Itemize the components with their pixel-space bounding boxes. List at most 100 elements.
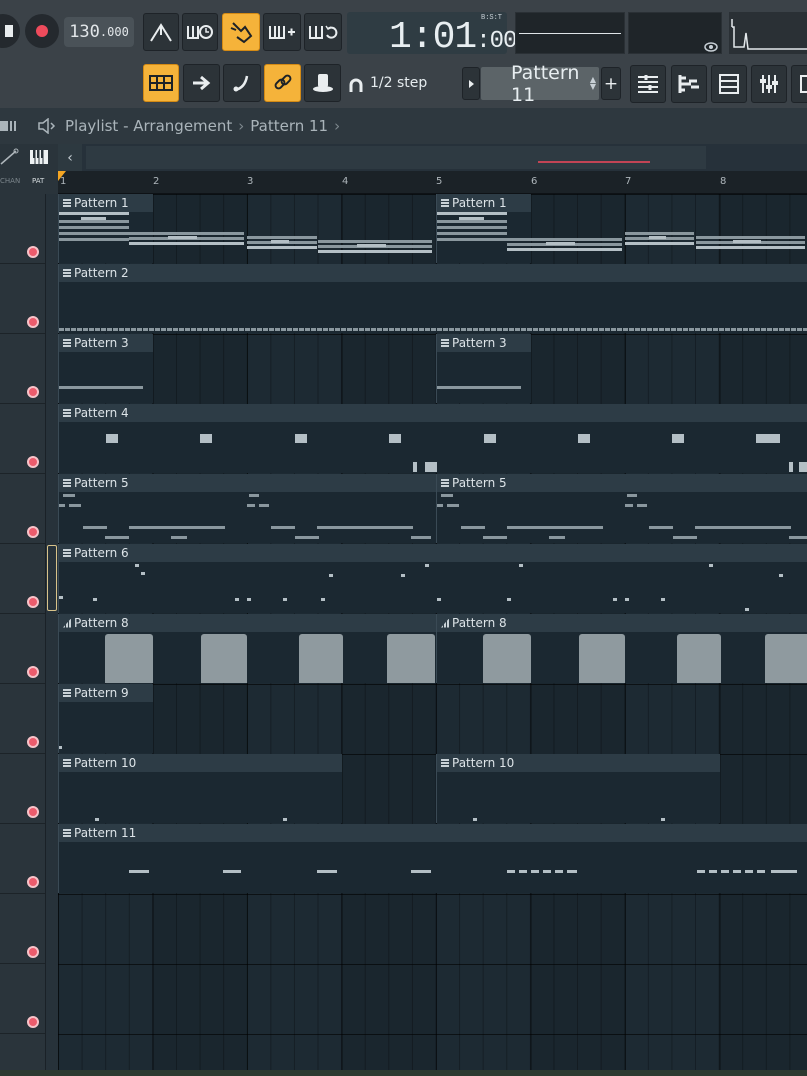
stop-button[interactable] (0, 14, 20, 48)
track-header[interactable] (0, 264, 45, 334)
mixer-button[interactable] (751, 65, 787, 103)
pattern-clip[interactable]: Pattern 9 (58, 684, 153, 753)
clip-header[interactable]: Pattern 5 (437, 474, 807, 492)
window-menu-icon[interactable] (0, 118, 20, 134)
record-button[interactable] (25, 14, 59, 48)
wait-for-input-button[interactable] (182, 13, 218, 51)
pattern-clip[interactable]: Pattern 6 (58, 544, 807, 613)
audio-waveform (201, 634, 247, 683)
mute-toggle-icon[interactable] (27, 596, 39, 608)
step-edit-button[interactable] (222, 13, 260, 51)
mute-toggle-icon[interactable] (27, 456, 39, 468)
track-header[interactable] (0, 824, 45, 894)
arrow-button[interactable] (183, 64, 220, 102)
track-header[interactable] (0, 474, 45, 544)
piano-icon[interactable] (29, 149, 49, 165)
selected-track-indicator[interactable] (47, 545, 57, 611)
tempo-display[interactable]: 130.000 (64, 17, 134, 47)
mute-toggle-icon[interactable] (27, 946, 39, 958)
pat-label[interactable]: PAT (32, 177, 44, 185)
pattern-clip[interactable]: Pattern 5 (436, 474, 807, 543)
link-button[interactable] (264, 64, 301, 102)
pattern-clip[interactable]: Pattern 4 (58, 404, 807, 473)
scroll-left-icon[interactable]: ‹ (58, 144, 82, 171)
clip-header[interactable]: Pattern 3 (437, 334, 531, 352)
clip-header[interactable]: Pattern 8 (437, 614, 807, 632)
clip-header[interactable]: Pattern 10 (437, 754, 720, 772)
plugin-button[interactable] (791, 65, 807, 103)
track-header[interactable] (0, 754, 45, 824)
song-position-marker[interactable] (58, 171, 66, 181)
pattern-clip[interactable]: Pattern 10 (436, 754, 720, 823)
note-preview (141, 572, 145, 575)
pattern-selector[interactable]: Pattern 11 ▲ ▼ (481, 62, 599, 106)
playlist-view-button[interactable] (143, 64, 179, 102)
track-header[interactable] (0, 194, 45, 264)
clip-header[interactable]: Pattern 10 (59, 754, 342, 772)
timeline-ruler[interactable]: 1 2 3 4 5 6 7 8 (58, 171, 807, 194)
stepper-icon[interactable]: ▲ ▼ (590, 76, 596, 91)
chan-label[interactable]: CHAN (0, 177, 20, 185)
track-header[interactable] (0, 614, 45, 684)
mute-toggle-icon[interactable] (27, 666, 39, 678)
pattern-clip[interactable]: Pattern 3 (436, 334, 531, 403)
track-header[interactable] (0, 404, 45, 474)
track-header[interactable] (0, 544, 45, 614)
mute-toggle-icon[interactable] (27, 806, 39, 818)
mute-toggle-icon[interactable] (27, 386, 39, 398)
pattern-clip-continuation (696, 194, 807, 263)
horizontal-scrollbar[interactable]: ‹ (58, 144, 807, 171)
mute-toggle-icon[interactable] (27, 526, 39, 538)
add-pattern-button[interactable]: + (601, 67, 621, 100)
note-preview (281, 328, 286, 331)
breadcrumb-playlist[interactable]: Playlist - Arrangement (65, 117, 232, 135)
slide-button[interactable] (223, 64, 261, 102)
pattern-clip[interactable]: Pattern 8 (58, 614, 436, 683)
track-header[interactable] (0, 964, 45, 1034)
scroll-thumb[interactable] (86, 146, 706, 169)
metronome-button[interactable] (143, 13, 179, 51)
automation-icon[interactable] (0, 148, 20, 166)
note-preview (491, 328, 496, 331)
time-format-label[interactable]: B:S:T (481, 14, 502, 22)
playlist-grid[interactable]: Pattern 1 Pattern 1 Pattern 2 Pattern 3 Patt… (58, 194, 807, 1076)
speaker-icon[interactable] (37, 118, 57, 134)
clip-header[interactable]: Pattern 5 (59, 474, 436, 492)
magnet-icon[interactable] (348, 78, 364, 94)
pattern-clip[interactable]: Pattern 2 (58, 264, 807, 333)
browser-button[interactable] (711, 65, 747, 103)
mute-toggle-icon[interactable] (27, 736, 39, 748)
note-preview (269, 328, 274, 331)
loop-record-button[interactable] (304, 13, 342, 51)
note-preview (441, 494, 453, 497)
eye-icon[interactable] (704, 42, 718, 52)
hat-button[interactable] (304, 64, 341, 102)
track-header[interactable] (0, 684, 45, 754)
mute-toggle-icon[interactable] (27, 246, 39, 258)
track-header[interactable] (0, 894, 45, 964)
pattern-prev-button[interactable] (462, 67, 480, 100)
clip-header[interactable]: Pattern 4 (59, 404, 807, 422)
blend-notes-button[interactable] (263, 13, 301, 51)
clip-header[interactable]: Pattern 2 (59, 264, 807, 282)
note-preview (311, 328, 316, 331)
piano-roll-button[interactable] (671, 65, 707, 103)
mute-toggle-icon[interactable] (27, 1016, 39, 1028)
snap-selector[interactable]: 1/2 step (370, 70, 448, 96)
pattern-clip[interactable]: Pattern 8 (436, 614, 807, 683)
time-display[interactable]: 1:01:00 B:S:T (347, 12, 517, 59)
pattern-clip[interactable]: Pattern 5 (58, 474, 436, 543)
mute-toggle-icon[interactable] (27, 876, 39, 888)
pattern-clip[interactable]: Pattern 11 (58, 824, 807, 893)
pattern-clip[interactable]: Pattern 10 (58, 754, 342, 823)
mute-toggle-icon[interactable] (27, 316, 39, 328)
clip-header[interactable]: Pattern 6 (59, 544, 807, 562)
breadcrumb-pattern[interactable]: Pattern 11 (250, 117, 328, 135)
clip-header[interactable]: Pattern 8 (59, 614, 436, 632)
channel-rack-button[interactable] (630, 65, 666, 103)
clip-header[interactable]: Pattern 3 (59, 334, 153, 352)
clip-header[interactable]: Pattern 11 (59, 824, 807, 842)
clip-header[interactable]: Pattern 9 (59, 684, 153, 702)
track-header[interactable] (0, 334, 45, 404)
pattern-clip[interactable]: Pattern 3 (58, 334, 153, 403)
